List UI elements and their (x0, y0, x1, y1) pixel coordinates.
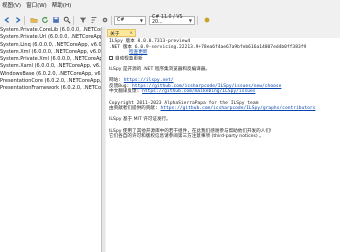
tree-item[interactable]: PresentationCore (6.0.2.0, .NETCoreApp, … (0, 78, 101, 85)
toolbar-separator (111, 15, 112, 25)
open-folder-icon[interactable] (29, 16, 38, 25)
toolbar-separator (197, 15, 198, 25)
url-link[interactable]: https://github.com/icsharpcode/ILSpy/gra… (160, 106, 315, 111)
forward-icon[interactable] (13, 16, 22, 25)
tab-about-label: 关于 (110, 31, 120, 37)
tree-item[interactable]: PresentationFramework (6.0.2.0, .NETCore… (0, 85, 101, 92)
assembly-tree: System.Private.CoreLib (6.0.0.0, .NETCor… (0, 27, 102, 252)
settings-icon[interactable] (100, 16, 109, 25)
close-icon[interactable]: × (129, 31, 133, 36)
panel-splitter[interactable] (102, 27, 105, 252)
tree-item[interactable]: System.Private.Uri (6.0.0.0, .NETCoreApp… (0, 34, 101, 41)
menu-bar: 视图(V) 窗口(W) 帮助(H) (0, 0, 340, 10)
tree-item[interactable]: WindowsBase (6.0.2.0, .NETCoreApp, v6.0) (0, 71, 101, 78)
chevron-down-icon: ▼ (139, 17, 143, 23)
tree-item[interactable]: System.Xml (6.0.0.0, .NETCoreApp, v6.0) (0, 49, 101, 56)
about-text-view: ILSpy 版本 8.0.0.7313-preview4 .NET 版本 6.0… (106, 38, 340, 252)
language-version-dropdown[interactable]: C# 11.0 / VS 20... ▼ (149, 15, 195, 25)
back-icon[interactable] (2, 16, 11, 25)
save-icon[interactable] (51, 16, 60, 25)
menu-window[interactable]: 窗口(W) (26, 1, 47, 9)
url-link[interactable]: https://ilspy.net/ (124, 78, 174, 83)
tab-strip (106, 29, 340, 38)
language-dropdown[interactable]: C# ▼ (114, 15, 146, 25)
search-icon[interactable] (62, 16, 71, 25)
toolbar-separator (73, 15, 74, 25)
tree-item[interactable]: System.Linq (6.0.0.0, .NETCoreApp, v6.0) (0, 42, 101, 49)
language-version-value: C# 11.0 / VS 20... (152, 15, 183, 25)
tree-item[interactable]: System.Private.CoreLib (6.0.0.0, .NETCor… (0, 27, 101, 34)
menu-help[interactable]: 帮助(H) (52, 1, 71, 9)
tab-about[interactable]: 关于 × (107, 29, 136, 37)
menu-view[interactable]: 视图(V) (2, 1, 21, 9)
tree-item[interactable]: System.Private.Xml (6.0.0.0, .NETCoreApp… (0, 56, 101, 63)
language-value: C# (117, 17, 125, 23)
chevron-down-icon: ▼ (188, 17, 192, 23)
third-party-line-2[interactable]: 它们各自的许可和版权信息请参阅第三方注意事项 (third-party noti… (109, 134, 340, 140)
contributors-line[interactable]: 由贡献者们提供的贡献: https://github.com/icsharpco… (109, 106, 340, 112)
sort-icon[interactable] (89, 16, 98, 25)
refresh-icon[interactable] (40, 16, 49, 25)
toolbar: C# ▼ C# 11.0 / VS 20... ▼ (0, 14, 340, 26)
check-updates-link[interactable]: 检查更新 (129, 50, 147, 55)
auto-update-label: 自动检查更新 (115, 56, 143, 62)
url-link[interactable]: https://github.com/maikebing/ILSpy/issue… (142, 89, 255, 94)
toolbar-separator (24, 15, 25, 25)
url-link[interactable]: https://github.com/icsharpcode/ILSpy/iss… (132, 84, 281, 89)
filter-icon[interactable] (78, 16, 87, 25)
auto-update-checkbox[interactable] (109, 55, 113, 60)
tree-item[interactable]: System.Xaml (6.0.0.0, .NETCoreApp, v6.0) (0, 63, 101, 70)
theme-icon[interactable] (202, 16, 211, 25)
